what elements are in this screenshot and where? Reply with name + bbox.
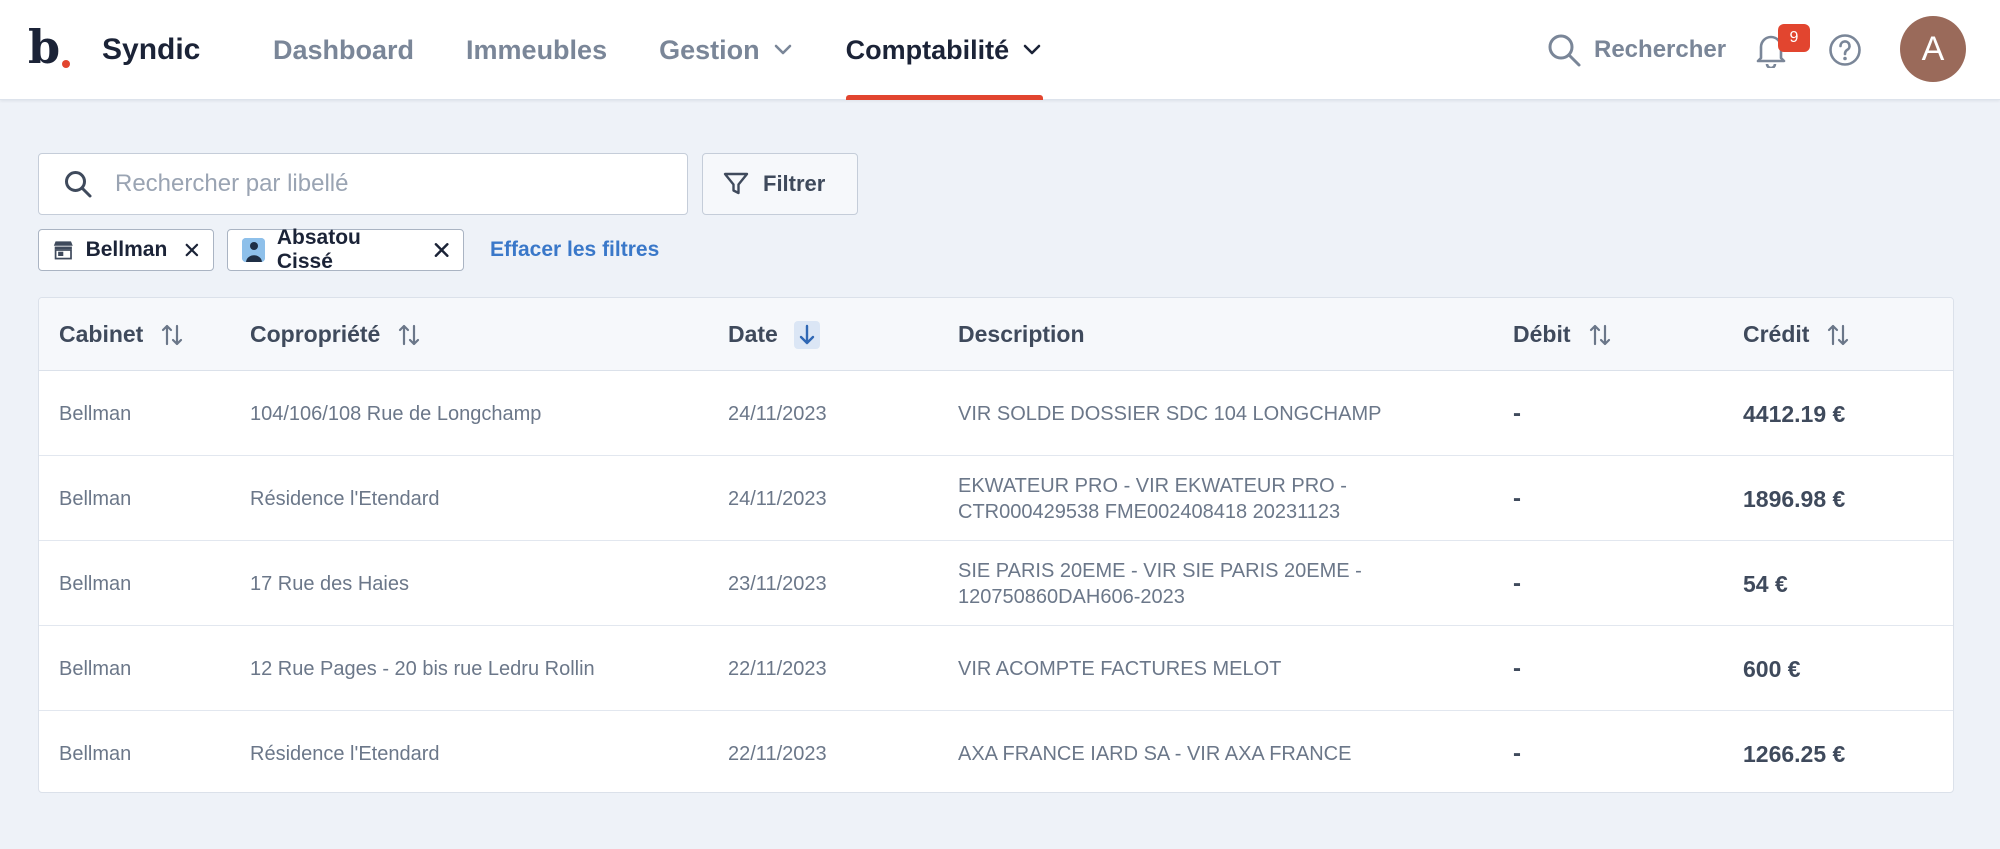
table-row[interactable]: Bellman Résidence l'Etendard 24/11/2023 …: [39, 456, 1953, 541]
cell-description: EKWATEUR PRO - VIR EKWATEUR PRO - CTR000…: [958, 474, 1347, 523]
filter-chip-gestionnaire[interactable]: Absatou Cissé: [227, 226, 464, 273]
cell-debit: -: [1513, 569, 1521, 597]
help-circle-icon: [1829, 34, 1861, 66]
sort-both-icon[interactable]: [1825, 321, 1851, 349]
cell-debit: -: [1513, 739, 1521, 767]
nav-item-comptabilite[interactable]: Comptabilité: [845, 0, 1044, 100]
cell-copropriete: 17 Rue des Haies: [250, 572, 409, 595]
sort-down-arrow-icon[interactable]: [793, 320, 820, 349]
top-navbar: b Syndic Dashboard Immeubles Gestion Com…: [0, 0, 2000, 100]
cell-date: 24/11/2023: [728, 487, 827, 510]
cell-credit: 4412.19 €: [1743, 400, 1846, 427]
cell-cabinet: Bellman: [59, 742, 132, 765]
label-search-input[interactable]: [115, 170, 655, 198]
column-header-label: Date: [728, 321, 778, 347]
cell-date: 24/11/2023: [728, 402, 827, 425]
column-header-cabinet: Cabinet: [59, 298, 185, 371]
user-avatar[interactable]: A: [1900, 16, 1966, 82]
nav-item-label: Dashboard: [273, 34, 415, 65]
cell-date: 22/11/2023: [728, 657, 827, 680]
filter-chip-cabinet[interactable]: Bellman: [38, 229, 214, 271]
cell-credit: 54 €: [1743, 570, 1788, 597]
close-icon[interactable]: [434, 242, 449, 258]
cell-debit: -: [1513, 399, 1521, 427]
help-button[interactable]: [1828, 33, 1862, 67]
sort-both-icon[interactable]: [396, 321, 422, 349]
filter-chip-label: Bellman: [85, 238, 168, 261]
cell-credit: 1266.25 €: [1743, 740, 1846, 767]
nav-item-label: Immeubles: [466, 34, 608, 65]
global-search-label: Rechercher: [1594, 36, 1727, 63]
cell-credit: 600 €: [1743, 655, 1801, 682]
cell-description: VIR SOLDE DOSSIER SDC 104 LONGCHAMP: [958, 402, 1382, 425]
chevron-down-icon: [774, 40, 794, 60]
nav-item-label: Gestion: [659, 34, 760, 65]
notifications-button[interactable]: 9: [1754, 24, 1810, 70]
column-header-copropriete: Copropriété: [250, 298, 422, 371]
brand-name: Syndic: [102, 33, 201, 66]
sort-both-icon[interactable]: [159, 321, 185, 349]
cell-cabinet: Bellman: [59, 657, 132, 680]
cell-copropriete: 12 Rue Pages - 20 bis rue Ledru Rollin: [250, 657, 595, 680]
label-search-box: [38, 153, 688, 215]
column-header-label: Cabinet: [59, 321, 144, 347]
column-header-debit: Débit: [1513, 298, 1613, 371]
cell-cabinet: Bellman: [59, 487, 132, 510]
column-header-credit: Crédit: [1743, 298, 1851, 371]
column-header-label: Description: [958, 321, 1085, 347]
search-icon: [65, 171, 92, 198]
column-header-description: Description: [958, 298, 1398, 371]
close-icon[interactable]: [185, 242, 199, 258]
filter-chip-label: Absatou Cissé: [276, 226, 361, 273]
column-header-label: Crédit: [1743, 321, 1810, 347]
notification-count-badge: 9: [1778, 24, 1810, 52]
cell-debit: -: [1513, 484, 1521, 512]
column-header-label: Débit: [1513, 321, 1571, 347]
cell-copropriete: Résidence l'Etendard: [250, 742, 440, 765]
logo-dot: [62, 60, 70, 68]
cell-date: 23/11/2023: [728, 572, 827, 595]
transactions-table: Cabinet Copropriété Date Description Déb…: [38, 297, 1954, 793]
column-header-label: Copropriété: [250, 321, 381, 347]
nav-item-label: Comptabilité: [845, 34, 1010, 65]
cell-date: 22/11/2023: [728, 742, 827, 765]
cell-copropriete: 104/106/108 Rue de Longchamp: [250, 402, 542, 425]
cell-cabinet: Bellman: [59, 572, 132, 595]
logo-letter: b: [28, 20, 61, 74]
cell-copropriete: Résidence l'Etendard: [250, 487, 440, 510]
global-search-button[interactable]: Rechercher: [1546, 30, 1736, 70]
funnel-icon: [723, 172, 749, 195]
cell-debit: -: [1513, 654, 1521, 682]
table-row[interactable]: Bellman 104/106/108 Rue de Longchamp 24/…: [39, 371, 1953, 456]
column-header-date: Date: [728, 298, 820, 371]
table-row[interactable]: Bellman 17 Rue des Haies 23/11/2023 SIE …: [39, 541, 1953, 626]
search-icon: [1548, 34, 1581, 67]
chevron-down-icon: [1023, 40, 1043, 60]
cell-credit: 1896.98 €: [1743, 485, 1846, 512]
clear-filters-link[interactable]: Effacer les filtres: [490, 235, 659, 265]
sort-both-icon[interactable]: [1587, 321, 1613, 349]
person-avatar-icon: [242, 238, 265, 262]
building-icon: [53, 241, 73, 260]
cell-cabinet: Bellman: [59, 402, 132, 425]
filter-button-label: Filtrer: [763, 171, 826, 196]
table-header: Cabinet Copropriété Date Description Déb…: [39, 298, 1953, 371]
table-row[interactable]: Bellman 12 Rue Pages - 20 bis rue Ledru …: [39, 626, 1953, 711]
cell-description: VIR ACOMPTE FACTURES MELOT: [958, 657, 1282, 680]
nav-item-immeubles[interactable]: Immeubles: [466, 0, 607, 100]
brand-logo[interactable]: b: [28, 22, 76, 72]
nav-item-gestion[interactable]: Gestion: [659, 0, 794, 100]
table-row[interactable]: Bellman Résidence l'Etendard 22/11/2023 …: [39, 711, 1953, 792]
cell-description: AXA FRANCE IARD SA - VIR AXA FRANCE: [958, 742, 1352, 765]
cell-description: SIE PARIS 20EME - VIR SIE PARIS 20EME - …: [958, 559, 1362, 608]
nav-item-dashboard[interactable]: Dashboard: [273, 0, 414, 100]
main-nav: Dashboard Immeubles Gestion Comptabilité: [273, 0, 1095, 100]
filter-button[interactable]: Filtrer: [702, 153, 858, 215]
